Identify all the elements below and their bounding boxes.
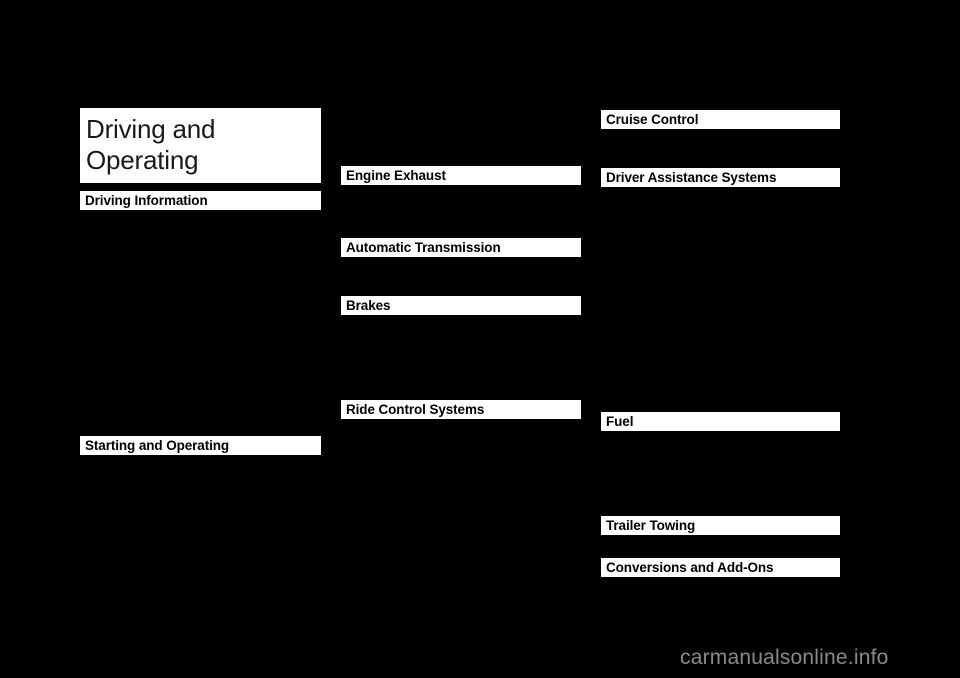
section-entries-trailer-towing: General Towing Information Trailer Towin… xyxy=(601,540,736,557)
section-heading-trailer-towing[interactable]: Trailer Towing xyxy=(601,516,840,535)
section-entries-conversions-and-add-ons: Add-On Electrical Equipment xyxy=(601,582,743,594)
section-entries-ride-control-systems: Traction Control/Electronic Stability Co… xyxy=(341,424,471,480)
section-entries-automatic-transmission: Automatic Transmission Manual Mode Tow/H… xyxy=(341,262,458,299)
section-heading-fuel[interactable]: Fuel xyxy=(601,412,840,431)
section-heading-engine-exhaust[interactable]: Engine Exhaust xyxy=(341,166,581,185)
section-heading-conversions-and-add-ons[interactable]: Conversions and Add-Ons xyxy=(601,558,840,577)
section-heading-driving-information[interactable]: Driving Information xyxy=(80,191,321,210)
column-left: Driving and Operating xyxy=(80,108,321,183)
section-entries-driving-information: Driving for Better Fuel Economy Vehicle … xyxy=(80,215,232,388)
section-entries-starting-and-operating: New Vehicle Break-In Ignition Positions … xyxy=(80,460,245,589)
section-heading-cruise-control[interactable]: Cruise Control xyxy=(601,110,840,129)
section-heading-brakes[interactable]: Brakes xyxy=(341,296,581,315)
section-entries-brakes: Antilock Brake System (ABS) Parking Brak… xyxy=(341,320,484,391)
section-entries-fuel: Recommended Fuel Gasoline Specifications… xyxy=(601,436,759,515)
section-entries-cruise-control: Cruise Control Adaptive Cruise Control xyxy=(601,134,718,161)
chapter-title: Driving and Operating xyxy=(80,108,321,183)
section-heading-driver-assistance-systems[interactable]: Driver Assistance Systems xyxy=(601,168,840,187)
section-heading-starting-and-operating[interactable]: Starting and Operating xyxy=(80,436,321,455)
manual-page: Driving and Operating Driving Informatio… xyxy=(0,0,960,678)
section-entries-driver-assistance-systems: Driver Assistance Systems Assistance Sys… xyxy=(601,192,756,321)
section-heading-ride-control-systems[interactable]: Ride Control Systems xyxy=(341,400,581,419)
site-watermark: carmanualsonline.info xyxy=(680,646,889,669)
section-entries-engine-exhaust: Engine Exhaust Running the Vehicle While… xyxy=(341,190,508,217)
section-heading-automatic-transmission[interactable]: Automatic Transmission xyxy=(341,238,581,257)
